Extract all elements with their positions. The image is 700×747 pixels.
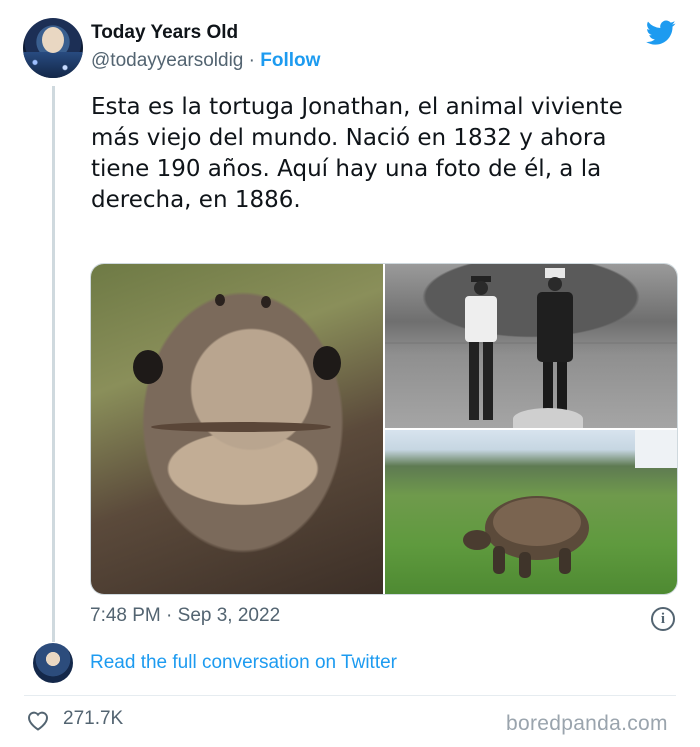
tweet-time: 7:48 PM (90, 605, 161, 626)
author-handle-row: @todayyearsoldig · Follow (91, 50, 320, 72)
man-figure-left (465, 276, 497, 420)
tortoise-shell-historic (513, 408, 583, 428)
media-grid (90, 263, 678, 595)
tortoise-eye-right (313, 346, 341, 380)
follow-button[interactable]: Follow (260, 50, 320, 71)
tweet-text: Esta es la tortuga Jonathan, el animal v… (91, 94, 623, 213)
watermark: boredpanda.com (506, 712, 668, 735)
avatar-background (23, 52, 83, 78)
tweet-timestamp[interactable]: 7:48 PM · Sep 3, 2022 (90, 605, 280, 627)
tortoise-mouth (151, 422, 331, 432)
tortoise-face-photo[interactable] (91, 264, 383, 594)
avatar-face (42, 27, 64, 53)
twitter-bird-icon[interactable] (646, 20, 676, 46)
tortoise-nostril (215, 294, 225, 306)
thread-line (52, 86, 55, 642)
info-icon[interactable]: i (651, 607, 675, 631)
tortoise-figure (463, 496, 589, 578)
building (635, 430, 677, 468)
historic-photo-1886[interactable] (385, 264, 677, 428)
author-avatar[interactable] (23, 18, 83, 78)
heart-icon[interactable] (26, 709, 50, 731)
author-handle[interactable]: @todayyearsoldig (91, 50, 243, 71)
tortoise-nostril (261, 296, 271, 308)
author-avatar-small[interactable] (33, 643, 73, 683)
timestamp-separator: · (166, 605, 173, 626)
tortoise-eye-left (133, 350, 163, 384)
handle-separator: · (248, 50, 255, 71)
author-display-name[interactable]: Today Years Old (91, 22, 238, 44)
man-figure-right (537, 268, 573, 414)
tortoise-lawn-photo[interactable] (385, 430, 677, 594)
divider (24, 695, 676, 696)
like-count[interactable]: 271.7K (63, 708, 123, 730)
read-conversation-link[interactable]: Read the full conversation on Twitter (90, 652, 397, 674)
tweet-date: Sep 3, 2022 (177, 605, 281, 626)
embedded-tweet-card: Today Years Old @todayyearsoldig · Follo… (0, 0, 700, 747)
